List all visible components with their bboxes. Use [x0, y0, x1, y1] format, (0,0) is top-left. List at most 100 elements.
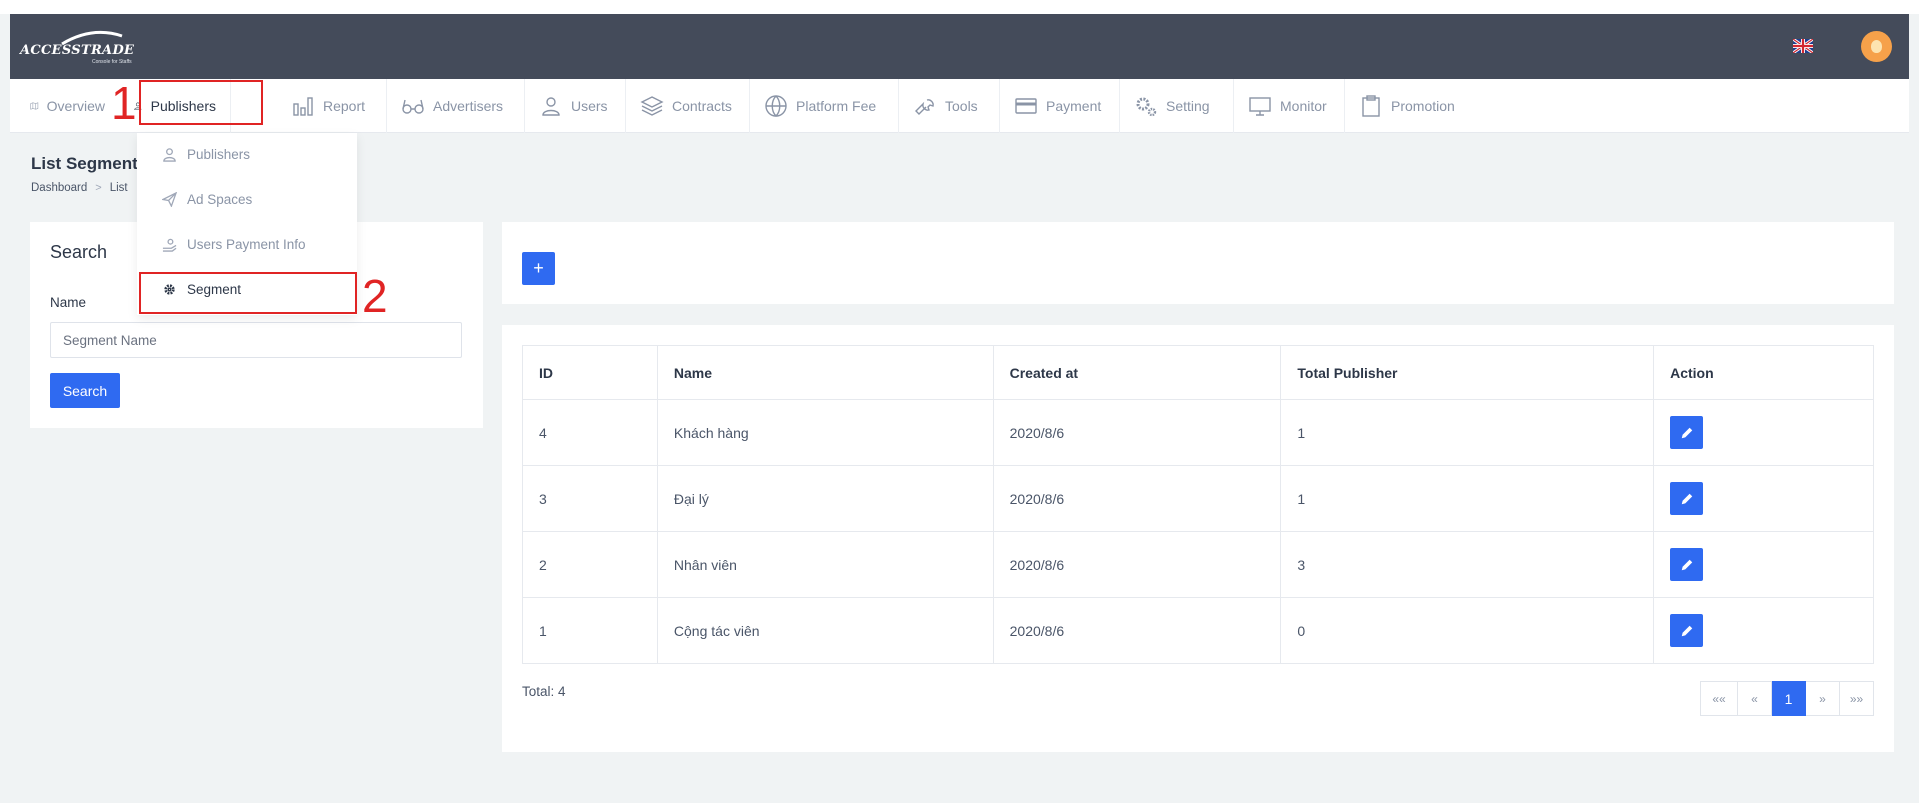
breadcrumb-dashboard[interactable]: Dashboard: [31, 182, 87, 194]
nav-item-promotion[interactable]: Promotion: [1345, 79, 1475, 133]
cell-id: 2: [522, 531, 658, 598]
edit-button[interactable]: [1670, 482, 1704, 515]
nav-item-platform-fee[interactable]: Platform Fee: [750, 79, 899, 133]
nav-item-monitor[interactable]: Monitor: [1234, 79, 1345, 133]
publishers-dropdown-menu: Publishers Ad Spaces Users Payment Info …: [137, 133, 357, 315]
bar-chart-icon: [293, 97, 313, 116]
edit-button[interactable]: [1670, 614, 1704, 647]
column-header-action: Action: [1653, 345, 1874, 400]
page-current-button[interactable]: 1: [1772, 681, 1806, 716]
page-first-button[interactable]: ««: [1700, 681, 1738, 716]
globe-icon: [765, 95, 787, 117]
layers-icon: [640, 96, 664, 116]
nav-item-contracts[interactable]: Contracts: [626, 79, 750, 133]
cell-action: [1653, 465, 1874, 532]
nav-item-advertisers[interactable]: Advertisers: [387, 79, 525, 133]
cell-total-publisher: 0: [1280, 597, 1655, 664]
cell-created-at: 2020/8/6: [992, 531, 1282, 598]
cell-name: Đại lý: [656, 465, 994, 532]
cell-id: 1: [522, 597, 658, 664]
dropdown-label: Users Payment Info: [187, 236, 306, 252]
table-row: 2 Nhân viên 2020/8/6 3: [522, 531, 1874, 598]
nav-label: Setting: [1166, 98, 1210, 114]
top-margin: [0, 0, 1919, 14]
breadcrumb: Dashboard > List: [31, 182, 128, 194]
nav-label: Publishers: [150, 98, 216, 114]
page-title: List Segment: [31, 154, 138, 173]
paper-plane-icon: [162, 191, 177, 207]
name-label: Name: [50, 295, 87, 310]
nav-label: Users: [571, 98, 608, 114]
cell-created-at: 2020/8/6: [992, 597, 1282, 664]
dropdown-item-ad-spaces[interactable]: Ad Spaces: [137, 179, 357, 219]
main-nav: Overview Publishers Report Advertisers U…: [10, 79, 1909, 133]
dropdown-item-segment[interactable]: Segment: [137, 269, 357, 309]
table-row: 4 Khách hàng 2020/8/6 1: [522, 399, 1874, 466]
add-segment-button[interactable]: +: [522, 252, 555, 285]
dropdown-label: Segment: [187, 281, 242, 297]
credit-card-icon: [1015, 98, 1037, 114]
pencil-icon: [1681, 559, 1692, 570]
nav-item-report[interactable]: Report: [277, 79, 387, 133]
nav-item-setting[interactable]: Setting: [1120, 79, 1234, 133]
pencil-icon: [1681, 625, 1692, 636]
users-icon: [163, 147, 176, 162]
pagination: «« « 1 » »»: [1700, 681, 1874, 716]
pencil-icon: [1681, 493, 1692, 504]
segment-name-input[interactable]: [50, 322, 462, 358]
table-row: 1 Cộng tác viên 2020/8/6 0: [522, 597, 1874, 664]
nav-label: Contracts: [672, 98, 732, 114]
nav-item-tools[interactable]: Tools: [899, 79, 1000, 133]
wrench-icon: [915, 99, 934, 115]
cell-total-publisher: 3: [1280, 531, 1655, 598]
page-prev-button[interactable]: «: [1738, 681, 1772, 716]
segment-table: ID Name Created at Total Publisher Actio…: [522, 345, 1874, 664]
logo-text: ACCESSTRADE: [20, 43, 135, 58]
step-2-label: 2: [362, 270, 388, 322]
gear-icon: [164, 283, 175, 295]
page-next-button[interactable]: »: [1806, 681, 1840, 716]
clipboard-icon: [1362, 95, 1380, 117]
table-header-row: ID Name Created at Total Publisher Actio…: [522, 345, 1874, 400]
cell-action: [1653, 597, 1874, 664]
cell-name: Cộng tác viên: [656, 597, 994, 664]
nav-item-overview[interactable]: Overview: [16, 79, 119, 133]
table-row: 3 Đại lý 2020/8/6 1: [522, 465, 1874, 532]
nav-label: Overview: [46, 98, 105, 114]
nav-label: Tools: [945, 98, 978, 114]
nav-label: Payment: [1046, 98, 1102, 114]
dropdown-item-users-payment-info[interactable]: Users Payment Info: [137, 224, 357, 264]
column-header-name[interactable]: Name: [656, 345, 994, 400]
column-header-created-at[interactable]: Created at: [992, 345, 1282, 400]
nav-item-payment[interactable]: Payment: [1000, 79, 1120, 133]
breadcrumb-current: List: [109, 182, 128, 194]
dropdown-label: Ad Spaces: [187, 191, 253, 207]
hand-money-icon: [162, 238, 177, 252]
column-header-total-publisher[interactable]: Total Publisher: [1280, 345, 1655, 400]
edit-button[interactable]: [1670, 416, 1704, 449]
nav-label: Report: [323, 98, 366, 114]
cell-total-publisher: 1: [1280, 465, 1655, 532]
lightbulb-icon: [1871, 40, 1882, 53]
search-button[interactable]: Search: [50, 373, 120, 408]
nav-label: Advertisers: [433, 98, 504, 114]
cell-name: Nhân viên: [656, 531, 994, 598]
nav-label: Promotion: [1391, 98, 1455, 114]
column-header-id[interactable]: ID: [522, 345, 658, 400]
dropdown-item-publishers[interactable]: Publishers: [137, 134, 357, 174]
nav-item-users[interactable]: Users: [525, 79, 626, 133]
page-last-button[interactable]: »»: [1840, 681, 1874, 716]
cell-action: [1653, 399, 1874, 466]
uk-flag-icon[interactable]: [1793, 39, 1813, 53]
edit-button[interactable]: [1670, 548, 1704, 581]
cell-created-at: 2020/8/6: [992, 465, 1282, 532]
user-avatar[interactable]: [1861, 31, 1892, 62]
user-icon: [542, 97, 560, 116]
app-window: ACCESSTRADE Console for Staffs Overview …: [0, 0, 1919, 803]
monitor-icon: [1249, 97, 1271, 116]
cell-id: 3: [522, 465, 658, 532]
map-icon: [30, 102, 39, 110]
cell-name: Khách hàng: [656, 399, 994, 466]
cell-action: [1653, 531, 1874, 598]
cell-created-at: 2020/8/6: [992, 399, 1282, 466]
